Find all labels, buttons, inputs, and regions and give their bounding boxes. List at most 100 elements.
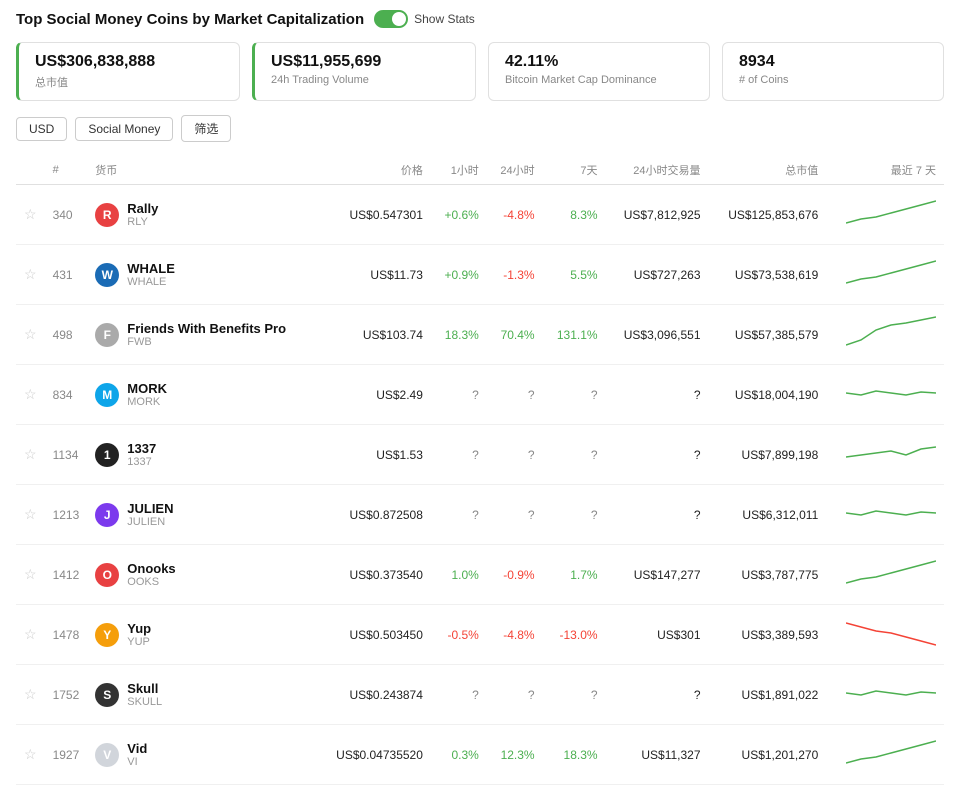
coin-name-4: 1337	[127, 441, 156, 456]
mcap-cell-5: US$6,312,011	[709, 485, 827, 545]
h24-cell-2: 70.4%	[487, 305, 543, 365]
coin-cell-2: F Friends With Benefits Pro FWB	[87, 305, 317, 365]
stat-value-0: US$306,838,888	[35, 53, 223, 71]
star-icon-8[interactable]: ☆	[24, 686, 37, 702]
rank-cell-4: 1134	[45, 425, 88, 485]
col-currency: 货币	[87, 156, 317, 185]
star-icon-2[interactable]: ☆	[24, 326, 37, 342]
col-mcap: 总市值	[709, 156, 827, 185]
vol24-cell-1: US$727,263	[606, 245, 709, 305]
star-icon-9[interactable]: ☆	[24, 746, 37, 762]
spark-chart-5	[846, 495, 936, 531]
h1-value-0: +0.6%	[444, 208, 478, 222]
star-cell-3[interactable]: ☆	[16, 365, 45, 425]
h24-value-2: 70.4%	[501, 328, 535, 342]
coin-name-wrapper-3: MORK MORK	[127, 381, 167, 408]
mcap-cell-8: US$1,891,022	[709, 665, 827, 725]
coin-icon-2: F	[95, 323, 119, 347]
d7-value-1: 5.5%	[570, 268, 597, 282]
star-cell-8[interactable]: ☆	[16, 665, 45, 725]
spark-cell-5	[826, 485, 944, 545]
d7-cell-1: 5.5%	[543, 245, 606, 305]
coin-name-6: Onooks	[127, 561, 175, 576]
h1-value-3: ?	[472, 388, 479, 402]
rank-cell-1: 431	[45, 245, 88, 305]
rank-cell-5: 1213	[45, 485, 88, 545]
coin-info-8: S Skull SKULL	[95, 681, 309, 708]
coin-name-wrapper-8: Skull SKULL	[127, 681, 162, 708]
d7-cell-0: 8.3%	[543, 185, 606, 245]
col-rank: #	[45, 156, 88, 185]
coin-name-3: MORK	[127, 381, 167, 396]
col-vol24: 24小时交易量	[606, 156, 709, 185]
coin-cell-1: W WHALE WHALE	[87, 245, 317, 305]
star-cell-5[interactable]: ☆	[16, 485, 45, 545]
rank-cell-8: 1752	[45, 665, 88, 725]
coin-symbol-4: 1337	[127, 456, 156, 468]
coin-icon-0: R	[95, 203, 119, 227]
star-icon-7[interactable]: ☆	[24, 626, 37, 642]
price-cell-9: US$0.04735520	[317, 725, 431, 785]
rank-num-6: 1412	[53, 568, 80, 582]
d7-value-9: 18.3%	[564, 748, 598, 762]
star-cell-6[interactable]: ☆	[16, 545, 45, 605]
vol24-cell-6: US$147,277	[606, 545, 709, 605]
coin-symbol-2: FWB	[127, 336, 286, 348]
vol24-cell-9: US$11,327	[606, 725, 709, 785]
table-row: ☆ 1927 V Vid VI US$0.04735520 0.3% 12.3%…	[16, 725, 944, 785]
rank-cell-6: 1412	[45, 545, 88, 605]
price-cell-2: US$103.74	[317, 305, 431, 365]
star-cell-4[interactable]: ☆	[16, 425, 45, 485]
stat-value-2: 42.11%	[505, 53, 693, 71]
table-row: ☆ 1134 1 1337 1337 US$1.53 ? ? ? ? US$7,…	[16, 425, 944, 485]
coin-symbol-5: JULIEN	[127, 516, 173, 528]
coin-info-4: 1 1337 1337	[95, 441, 309, 468]
h1-cell-5: ?	[431, 485, 487, 545]
star-icon-4[interactable]: ☆	[24, 446, 37, 462]
vol24-cell-8: ?	[606, 665, 709, 725]
d7-cell-4: ?	[543, 425, 606, 485]
rank-cell-7: 1478	[45, 605, 88, 665]
star-cell-0[interactable]: ☆	[16, 185, 45, 245]
h1-cell-3: ?	[431, 365, 487, 425]
coin-cell-7: Y Yup YUP	[87, 605, 317, 665]
mcap-cell-1: US$73,538,619	[709, 245, 827, 305]
filter-btn-2[interactable]: 筛选	[181, 115, 231, 142]
star-cell-9[interactable]: ☆	[16, 725, 45, 785]
show-stats-toggle[interactable]	[374, 10, 408, 28]
price-cell-4: US$1.53	[317, 425, 431, 485]
coin-info-2: F Friends With Benefits Pro FWB	[95, 321, 309, 348]
vol24-cell-2: US$3,096,551	[606, 305, 709, 365]
coin-info-3: M MORK MORK	[95, 381, 309, 408]
spark-chart-4	[846, 435, 936, 471]
star-icon-1[interactable]: ☆	[24, 266, 37, 282]
rank-num-2: 498	[53, 328, 73, 342]
star-icon-0[interactable]: ☆	[24, 206, 37, 222]
coin-info-6: O Onooks OOKS	[95, 561, 309, 588]
h24-cell-9: 12.3%	[487, 725, 543, 785]
filter-btn-0[interactable]: USD	[16, 117, 67, 141]
rank-num-5: 1213	[53, 508, 80, 522]
table-row: ☆ 1478 Y Yup YUP US$0.503450 -0.5% -4.8%…	[16, 605, 944, 665]
col-7d: 7天	[543, 156, 606, 185]
star-cell-1[interactable]: ☆	[16, 245, 45, 305]
star-icon-3[interactable]: ☆	[24, 386, 37, 402]
star-icon-6[interactable]: ☆	[24, 566, 37, 582]
stat-card-2: 42.11%Bitcoin Market Cap Dominance	[488, 42, 710, 101]
d7-cell-2: 131.1%	[543, 305, 606, 365]
h24-cell-1: -1.3%	[487, 245, 543, 305]
coin-name-8: Skull	[127, 681, 162, 696]
price-cell-7: US$0.503450	[317, 605, 431, 665]
spark-cell-6	[826, 545, 944, 605]
coin-name-wrapper-1: WHALE WHALE	[127, 261, 175, 288]
mcap-cell-0: US$125,853,676	[709, 185, 827, 245]
show-stats-label: Show Stats	[414, 12, 475, 26]
price-cell-6: US$0.373540	[317, 545, 431, 605]
h1-value-9: 0.3%	[451, 748, 478, 762]
star-cell-2[interactable]: ☆	[16, 305, 45, 365]
filter-btn-1[interactable]: Social Money	[75, 117, 173, 141]
vol24-cell-4: ?	[606, 425, 709, 485]
star-cell-7[interactable]: ☆	[16, 605, 45, 665]
h24-value-1: -1.3%	[503, 268, 534, 282]
star-icon-5[interactable]: ☆	[24, 506, 37, 522]
